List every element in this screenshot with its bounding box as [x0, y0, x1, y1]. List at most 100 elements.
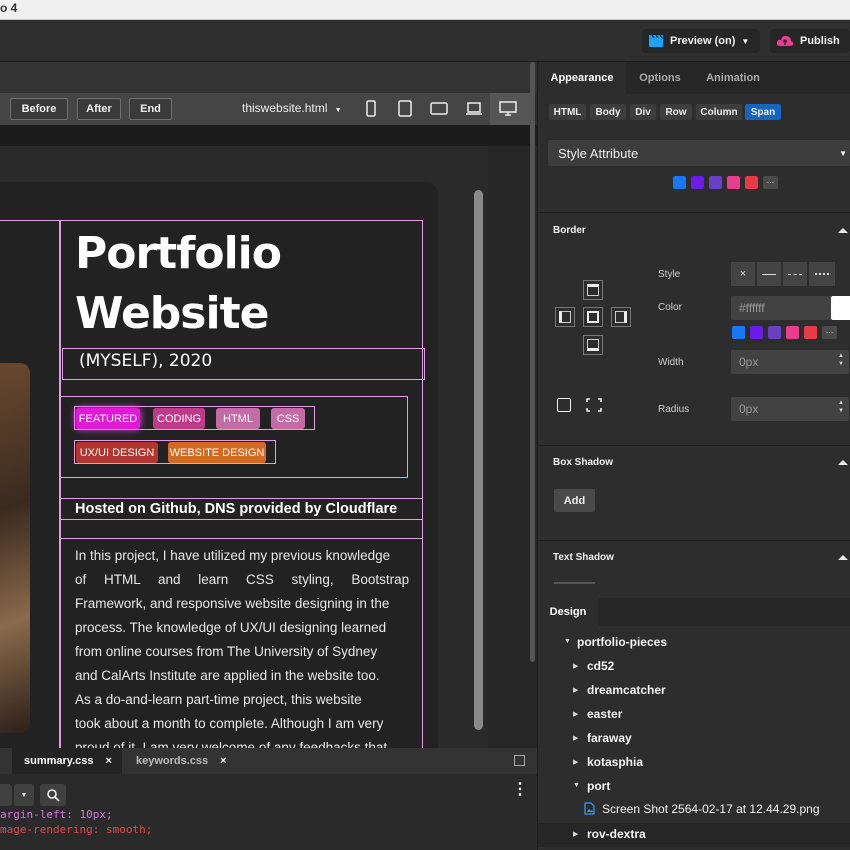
tab-appearance[interactable]: Appearance: [538, 62, 626, 94]
collapsed-arrow-icon[interactable]: ▶: [573, 662, 578, 670]
tag-coding[interactable]: CODING: [153, 408, 205, 429]
desktop-view-button[interactable]: [490, 93, 530, 125]
border-width-input[interactable]: 0px: [731, 350, 849, 374]
element-span-button[interactable]: Span: [745, 104, 781, 120]
border-style-solid-button[interactable]: [757, 262, 781, 286]
border-swatch-purple[interactable]: [768, 326, 781, 339]
tree-folder-dreamcatcher[interactable]: dreamcatcher: [587, 683, 666, 697]
tab-keywords-css[interactable]: keywords.css ×: [124, 748, 236, 774]
expanded-arrow-icon[interactable]: ▼: [573, 782, 580, 789]
radius-stepper[interactable]: ▲ ▼: [834, 399, 848, 419]
tag-featured[interactable]: FEATURED: [76, 408, 140, 429]
element-column-button[interactable]: Column: [696, 104, 742, 120]
border-left-button[interactable]: [555, 307, 575, 327]
border-swatch-pink[interactable]: [786, 326, 799, 339]
element-div-button[interactable]: Div: [630, 104, 656, 120]
collapsed-arrow-icon[interactable]: ▶: [573, 734, 578, 742]
close-icon[interactable]: ×: [106, 755, 112, 767]
phone-view-icon[interactable]: [364, 100, 378, 118]
collapse-icon[interactable]: [838, 555, 848, 560]
tag-website-design[interactable]: WEBSITE DESIGN: [168, 442, 266, 463]
description-line: Framework, and responsive website design…: [75, 596, 390, 611]
description-line: proud of it, I am very welcome of any fe…: [75, 740, 388, 748]
tree-folder-cd52[interactable]: cd52: [587, 659, 614, 673]
border-style-none-button[interactable]: ×: [731, 262, 755, 286]
radius-all-icon[interactable]: [557, 398, 571, 412]
preview-toggle-button[interactable]: Preview (on) ▼: [642, 29, 760, 53]
tablet-landscape-view-icon[interactable]: [430, 101, 448, 117]
chevron-down-icon[interactable]: ▼: [14, 784, 34, 806]
collapsed-arrow-icon[interactable]: ▶: [573, 710, 578, 718]
color-swatch-red[interactable]: [745, 176, 758, 189]
border-color-input[interactable]: #ffffff: [731, 296, 831, 320]
tree-folder-easter[interactable]: easter: [587, 707, 622, 721]
tree-folder-rov-dextra[interactable]: rov-dextra: [587, 827, 646, 841]
tag-html[interactable]: HTML: [216, 408, 260, 429]
page-title: Portfolio Website: [75, 228, 282, 339]
radius-individual-icon[interactable]: [584, 396, 604, 414]
tag-ux-ui-design[interactable]: UX/UI DESIGN: [76, 442, 158, 463]
code-area[interactable]: argin-left: 10px; mage-rendering: smooth…: [0, 808, 152, 837]
element-row-button[interactable]: Row: [660, 104, 692, 120]
border-style-dashed-button[interactable]: [783, 262, 807, 286]
before-button[interactable]: Before: [10, 98, 68, 120]
tree-folder-port[interactable]: port: [587, 779, 610, 793]
expanded-arrow-icon[interactable]: ▼: [564, 638, 571, 645]
description-line: As a do-and-learn part-time project, thi…: [75, 692, 362, 707]
collapse-icon[interactable]: [838, 460, 848, 465]
border-swatch-violet[interactable]: [750, 326, 763, 339]
end-button[interactable]: End: [129, 98, 172, 120]
border-color-preview[interactable]: [831, 296, 850, 320]
add-text-shadow-button-edge[interactable]: [554, 582, 595, 584]
file-selector[interactable]: thiswebsite.html ▼: [242, 101, 342, 115]
border-swatch-red[interactable]: [804, 326, 817, 339]
publish-button[interactable]: Publish: [770, 29, 850, 53]
close-icon[interactable]: ×: [220, 755, 226, 767]
color-swatch-purple[interactable]: [709, 176, 722, 189]
mode-select[interactable]: [0, 784, 12, 806]
more-colors-button[interactable]: ...: [822, 326, 837, 339]
tree-folder-portfolio-pieces[interactable]: portfolio-pieces: [577, 635, 667, 649]
collapsed-arrow-icon[interactable]: ▶: [573, 758, 578, 766]
maximize-icon[interactable]: [514, 755, 525, 766]
canvas-gutter: [488, 62, 537, 748]
more-colors-button[interactable]: ...: [763, 176, 778, 189]
canvas-scrollbar[interactable]: [474, 190, 483, 730]
color-swatch-blue[interactable]: [673, 176, 686, 189]
separator: [538, 445, 850, 446]
panel-splitter[interactable]: [530, 62, 535, 662]
tree-row-highlight: [538, 823, 850, 847]
width-stepper[interactable]: ▲ ▼: [834, 352, 848, 372]
border-all-button[interactable]: [583, 307, 603, 327]
tab-options[interactable]: Options: [626, 62, 694, 94]
border-right-button[interactable]: [611, 307, 631, 327]
element-body-button[interactable]: Body: [590, 104, 626, 120]
element-html-button[interactable]: HTML: [549, 104, 586, 120]
color-swatch-violet[interactable]: [691, 176, 704, 189]
border-style-label: Style: [658, 269, 681, 280]
border-style-dotted-button[interactable]: [809, 262, 835, 286]
tab-animation[interactable]: Animation: [694, 62, 772, 94]
tree-folder-kotasphia[interactable]: kotasphia: [587, 755, 643, 769]
tab-design[interactable]: Design: [538, 598, 598, 626]
laptop-view-icon[interactable]: [465, 101, 483, 117]
style-attribute-dropdown[interactable]: Style Attribute ▼: [548, 140, 850, 166]
tree-file-screenshot[interactable]: Screen Shot 2564-02-17 at 12.44.29.png: [602, 802, 820, 816]
border-bottom-button[interactable]: [583, 335, 603, 355]
border-radius-input[interactable]: 0px: [731, 397, 849, 421]
tab-summary-css[interactable]: summary.css ×: [12, 748, 122, 774]
collapsed-arrow-icon[interactable]: ▶: [573, 686, 578, 694]
add-box-shadow-button[interactable]: Add: [554, 489, 595, 512]
tag-css[interactable]: CSS: [271, 408, 305, 429]
search-button[interactable]: [40, 784, 66, 806]
more-options-icon[interactable]: ⋮: [512, 782, 528, 798]
collapsed-arrow-icon[interactable]: ▶: [573, 830, 578, 838]
border-swatch-blue[interactable]: [732, 326, 745, 339]
collapse-icon[interactable]: [838, 228, 848, 233]
tree-folder-faraway[interactable]: faraway: [587, 731, 632, 745]
chevron-down-icon: ▼: [334, 107, 342, 114]
tablet-view-icon[interactable]: [397, 100, 413, 118]
color-swatch-pink[interactable]: [727, 176, 740, 189]
after-button[interactable]: After: [77, 98, 121, 120]
border-top-button[interactable]: [583, 280, 603, 300]
